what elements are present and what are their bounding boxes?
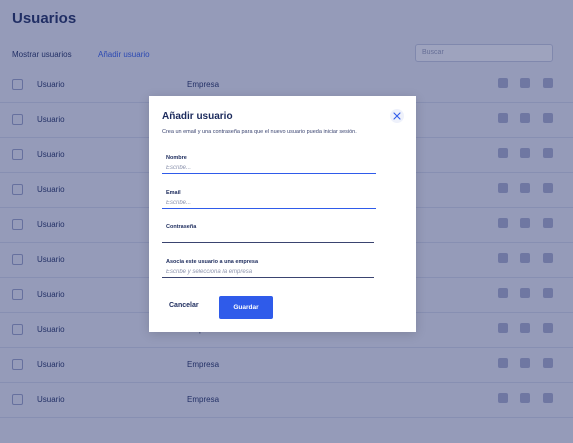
password-input[interactable] — [162, 232, 374, 243]
name-input[interactable] — [162, 163, 376, 174]
add-user-modal: Añadir usuario Crea un email y una contr… — [149, 96, 416, 332]
close-button[interactable] — [390, 109, 404, 123]
cancel-button[interactable]: Cancelar — [169, 302, 199, 309]
password-label: Contraseña — [166, 224, 197, 230]
modal-title: Añadir usuario — [162, 111, 233, 122]
save-button[interactable]: Guardar — [219, 296, 273, 319]
modal-subtitle: Crea un email y una contraseña para que … — [162, 129, 357, 135]
close-icon — [393, 112, 401, 120]
name-label: Nombre — [166, 155, 187, 161]
company-label: Asocia este usuario a una empresa — [166, 259, 259, 265]
email-input[interactable] — [162, 198, 376, 209]
company-input[interactable] — [162, 267, 374, 278]
email-label: Email — [166, 190, 181, 196]
